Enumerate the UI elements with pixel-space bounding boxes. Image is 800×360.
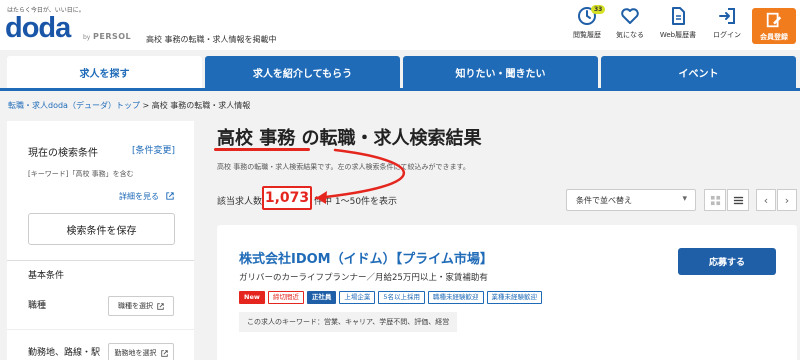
nav-favorites-label: 気になる	[616, 31, 644, 39]
grid-icon	[710, 195, 720, 205]
search-conditions-sidebar: 現在の検索条件 [条件変更] [キーワード]「高校 事務」を含む 詳細を見る 検…	[7, 121, 194, 360]
select-job-type-label: 職種を選択	[118, 302, 153, 310]
chevron-right-icon: ›	[784, 193, 790, 207]
chevron-left-icon: ‹	[763, 193, 769, 207]
job-subtitle: ガリバーのカーライフプランナー／月給25万円以上・家賃補助有	[239, 273, 488, 283]
tag-fulltime: 正社員	[306, 291, 337, 304]
list-icon	[733, 196, 743, 204]
grid-view-button[interactable]	[704, 189, 726, 211]
sort-select[interactable]: 条件で並べ替え ▾	[566, 189, 696, 211]
nav-resume-label: Web履歴書	[659, 31, 697, 39]
tab-search-jobs[interactable]: 求人を探す	[7, 56, 202, 89]
tag-new: New	[239, 291, 265, 304]
location-label: 勤務地、路線・駅	[28, 348, 101, 358]
external-link-icon	[160, 349, 168, 357]
tab-learn-ask[interactable]: 知りたい・聞きたい	[403, 56, 598, 88]
job-tags: New 締切間近 正社員 上場企業 5名以上採用 職種未経験歓迎 業種未経験歓迎	[239, 291, 542, 304]
select-location-label: 勤務地を選択	[114, 349, 157, 357]
breadcrumb-current: 高校 事務の転職・求人情報	[151, 101, 251, 110]
count-label-text: 該当求人数	[217, 197, 263, 207]
job-type-label: 職種	[28, 301, 47, 311]
document-icon	[672, 7, 685, 25]
save-conditions-button[interactable]: 検索条件を保存	[28, 213, 175, 245]
next-page-button[interactable]: ›	[777, 189, 797, 211]
basic-conditions-heading: 基本条件	[28, 271, 65, 281]
job-company-link[interactable]: 株式会社IDOM（イドム）【プライム市場】	[239, 248, 493, 267]
nav-login[interactable]: ログイン	[702, 6, 752, 40]
tag-industry-inexperienced: 業種未経験歓迎	[486, 291, 542, 304]
heart-icon	[621, 8, 639, 24]
external-link-icon	[157, 302, 164, 310]
doda-logo[interactable]: doda	[5, 14, 71, 43]
chevron-down-icon: ▾	[682, 194, 687, 204]
view-details-link[interactable]: 詳細を見る	[119, 191, 174, 202]
tag-job-inexperienced: 職種未経験歓迎	[428, 291, 484, 304]
prev-page-button[interactable]: ‹	[756, 189, 776, 211]
current-condition: [キーワード]「高校 事務」を含む	[28, 170, 134, 178]
nav-favorites[interactable]: 気になる	[605, 6, 655, 40]
main-tabs: 求人を探す 求人を紹介してもらう 知りたい・聞きたい イベント	[0, 56, 800, 90]
job-keywords: この求人のキーワード：営業、キャリア、学歴不問、評価、経営	[239, 312, 458, 332]
list-view-button[interactable]	[727, 189, 749, 211]
page-title: 高校 事務 の転職・求人検索結果	[217, 128, 482, 149]
login-icon	[719, 8, 735, 24]
register-label: 会員登録	[760, 32, 788, 41]
register-button[interactable]: 会員登録	[752, 8, 796, 44]
persol-logo: PERSOL	[93, 32, 132, 41]
nav-resume[interactable]: Web履歴書	[653, 6, 703, 40]
tab-get-introduced[interactable]: 求人を紹介してもらう	[205, 56, 400, 88]
sidebar-title: 現在の検索条件	[28, 148, 98, 159]
nav-history-label: 閲覧履歴	[573, 31, 601, 39]
edit-icon	[766, 12, 782, 27]
count-label: 該当求人数	[217, 194, 262, 207]
view-details-label: 詳細を見る	[119, 192, 159, 201]
sidebar-divider	[7, 260, 194, 261]
tag-listed-company: 上場企業	[339, 291, 376, 304]
breadcrumb-separator: >	[142, 101, 150, 110]
header-description: 高校 事務の転職・求人情報を掲載中	[146, 35, 277, 44]
results-lead-text: 高校 事務の転職・求人検索結果です。左の求人検索条件にて絞込みができます。	[217, 163, 470, 171]
external-link-icon	[165, 192, 174, 200]
change-conditions-link[interactable]: [条件変更]	[132, 143, 175, 156]
job-card: 株式会社IDOM（イドム）【プライム市場】 ガリバーのカーライフプランナー／月給…	[217, 225, 797, 360]
breadcrumb: 転職・求人doda（デューダ）トップ > 高校 事務の転職・求人情報	[8, 100, 250, 111]
tabs-underline	[0, 88, 800, 91]
result-count: 1,073	[262, 186, 312, 210]
logo-by-text: by	[83, 34, 91, 41]
sidebar-row-divider	[7, 329, 194, 330]
result-range: 件中 1～50件を表示	[314, 197, 398, 207]
select-location-button[interactable]: 勤務地を選択	[108, 343, 174, 360]
tag-deadline: 締切間近	[267, 291, 304, 304]
select-job-type-button[interactable]: 職種を選択	[108, 296, 174, 316]
sort-select-value: 条件で並べ替え	[576, 195, 632, 205]
annotation-arrow-curve	[314, 148, 406, 200]
history-count-badge: 33	[591, 5, 606, 14]
site-header: はたらく今日が、いい日に。 doda by PERSOL 高校 事務の転職・求人…	[0, 0, 800, 50]
tab-events[interactable]: イベント	[601, 56, 796, 88]
breadcrumb-top-link[interactable]: 転職・求人doda（デューダ）トップ	[8, 101, 140, 110]
title-underline-annotation	[214, 148, 310, 151]
apply-button[interactable]: 応募する	[678, 248, 776, 275]
nav-login-label: ログイン	[713, 31, 741, 39]
tag-hiring-five: 5名以上採用	[378, 291, 425, 304]
